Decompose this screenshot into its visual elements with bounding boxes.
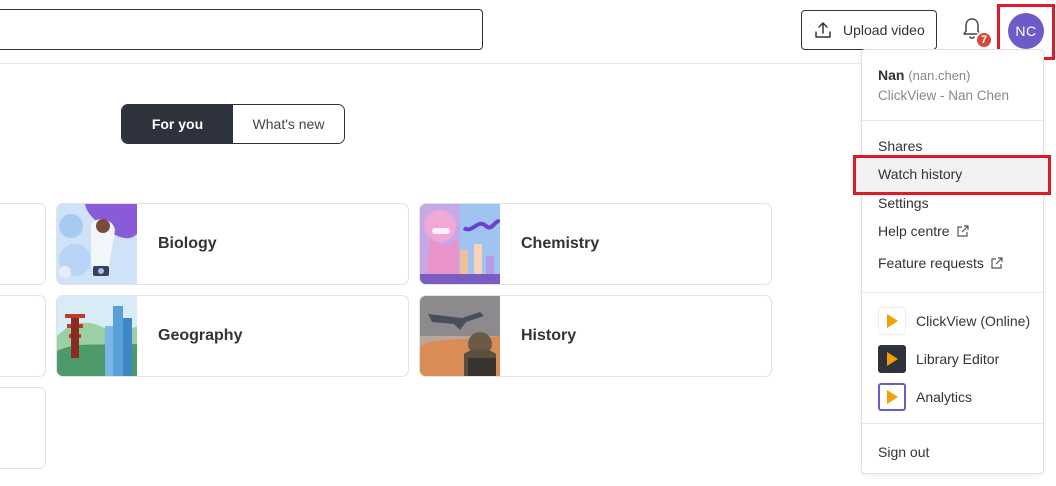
subject-card-partial[interactable] [0,295,46,377]
feature-requests-label: Feature requests [878,255,984,271]
menu-item-feature-requests[interactable]: Feature requests [878,255,1004,271]
clickview-play-icon [878,307,906,335]
subject-label: Geography [158,327,243,344]
subject-card-history[interactable]: History [419,295,772,377]
subject-card-partial[interactable] [0,387,46,469]
user-handle: (nan.chen) [908,68,971,83]
upload-video-label: Upload video [843,22,925,38]
library-editor-play-icon [878,345,906,373]
sign-out-button[interactable]: Sign out [878,444,929,460]
subject-label: Chemistry [521,235,600,252]
help-centre-label: Help centre [878,223,950,239]
geography-thumbnail [57,296,137,376]
menu-divider [862,120,1043,121]
subject-card-biology[interactable]: Biology [56,203,409,285]
tab-whats-new[interactable]: What's new [233,105,344,143]
subject-label: Biology [158,235,217,252]
user-name-row: Nan (nan.chen) [878,67,971,83]
upload-icon [815,22,831,38]
menu-item-shares[interactable]: Shares [878,138,922,154]
external-link-icon [991,257,1003,269]
user-name: Nan [878,67,905,83]
avatar[interactable]: NC [1008,13,1044,49]
analytics-play-icon [878,383,906,411]
subject-label: History [521,327,577,344]
chemistry-thumbnail [420,204,500,284]
user-org: ClickView - Nan Chen [878,88,1010,103]
header-divider [0,63,862,64]
search-input[interactable] [0,9,483,50]
external-link-icon [956,225,969,237]
notification-badge: 7 [975,31,993,49]
app-label: Library Editor [916,351,1000,367]
subject-card-chemistry[interactable]: Chemistry [419,203,772,285]
biology-thumbnail [57,204,137,284]
app-label: ClickView (Online) [916,313,1031,329]
app-library-editor[interactable]: Library Editor [878,345,999,373]
upload-video-button[interactable]: Upload video [801,10,937,50]
subject-card-partial[interactable] [0,203,46,285]
menu-item-watch-history[interactable]: Watch history [878,166,962,182]
app-label: Analytics [916,389,973,405]
menu-divider [862,292,1043,293]
subject-card-geography[interactable]: Geography [56,295,409,377]
history-thumbnail [420,296,500,376]
menu-divider [862,423,1043,424]
tab-for-you[interactable]: For you [122,105,233,143]
menu-item-help-centre[interactable]: Help centre [878,223,970,239]
app-clickview-online[interactable]: ClickView (Online) [878,307,1030,335]
menu-item-settings[interactable]: Settings [878,195,929,211]
feed-tabs: For you What's new [121,104,345,144]
app-analytics[interactable]: Analytics [878,383,972,411]
page: Upload video 7 NC For you What's new Bio… [0,0,1056,486]
